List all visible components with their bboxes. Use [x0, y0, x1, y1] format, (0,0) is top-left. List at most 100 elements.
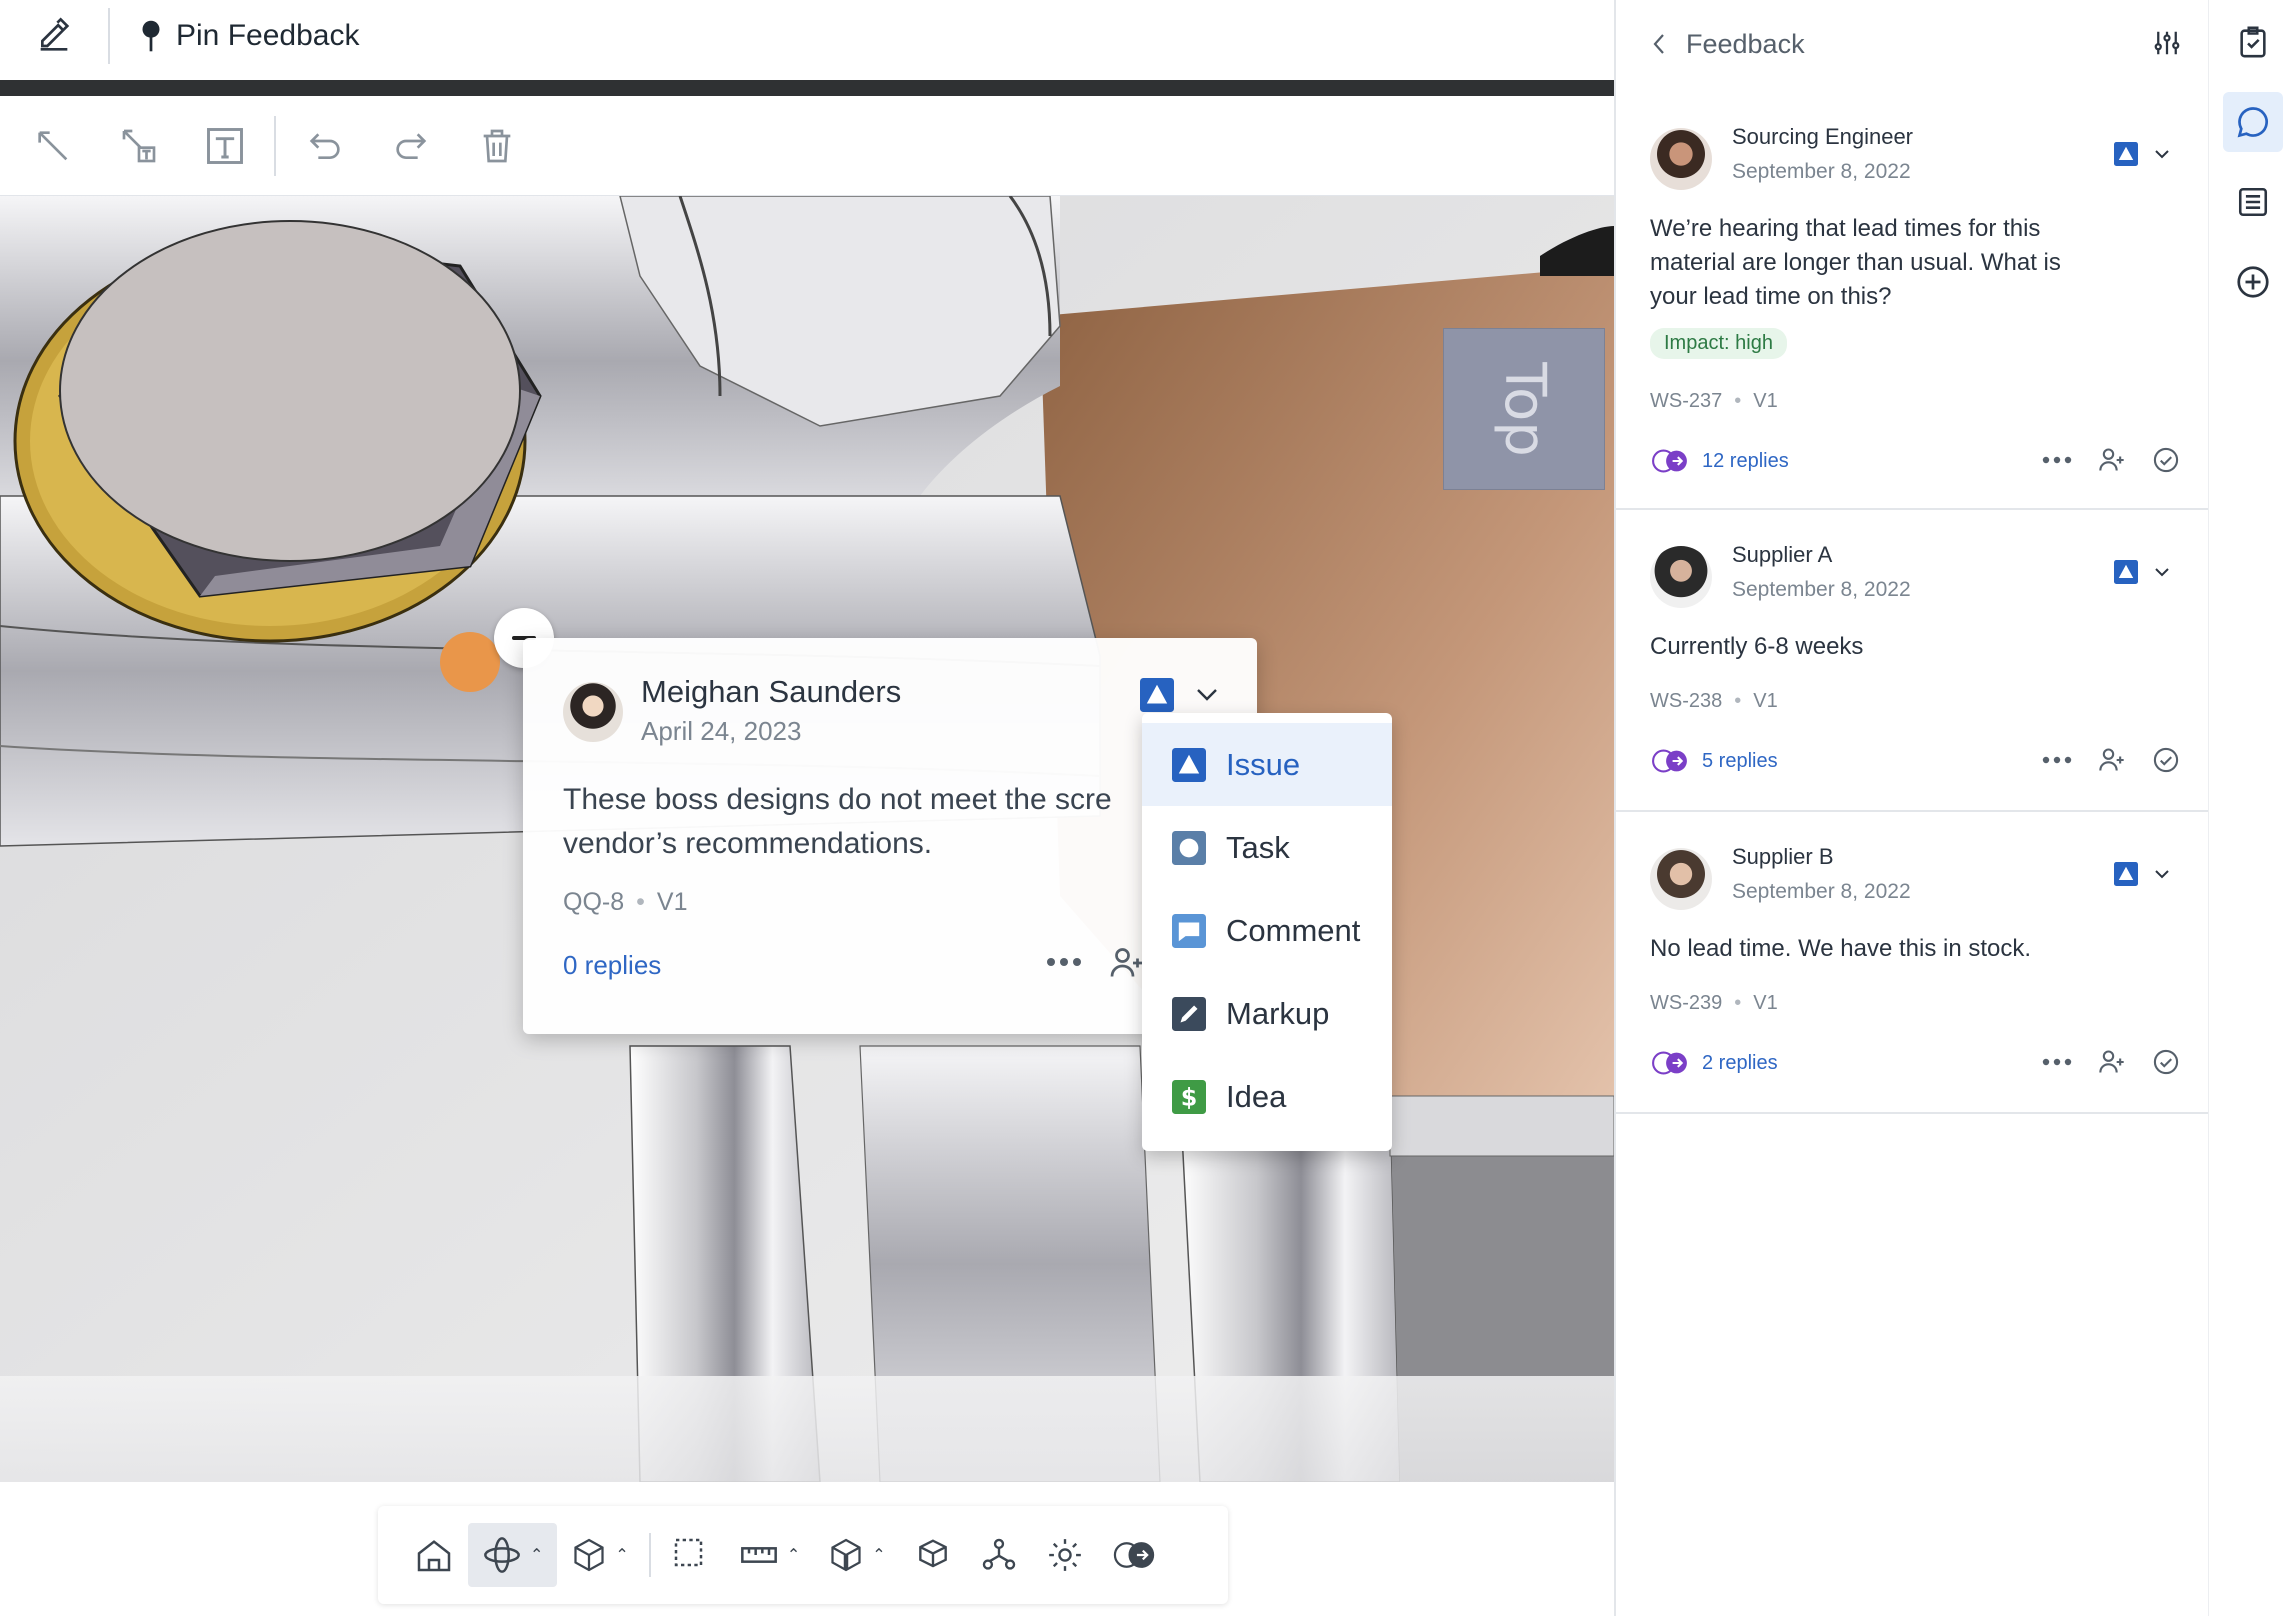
- model-tree-button[interactable]: [966, 1523, 1032, 1587]
- menu-item-issue[interactable]: Issue: [1142, 723, 1392, 806]
- delete-button[interactable]: [454, 106, 540, 186]
- explode-view-button[interactable]: [900, 1523, 966, 1587]
- top-bar: Pin Feedback: [0, 0, 1614, 72]
- chevron-down-icon: [2155, 870, 2169, 879]
- add-user-icon[interactable]: [2098, 747, 2126, 773]
- box-select-button[interactable]: [657, 1523, 725, 1587]
- plus-circle-icon: [2237, 266, 2269, 298]
- feedback-card[interactable]: Sourcing Engineer September 8, 2022 We’r…: [1616, 92, 2210, 510]
- card-actions: [2042, 446, 2180, 474]
- chevron-left-icon[interactable]: [1652, 33, 1666, 55]
- section-cube-icon: [831, 1538, 861, 1572]
- card-actions: [2042, 746, 2180, 774]
- undo-icon: [309, 132, 340, 159]
- page-title-text: Pin Feedback: [176, 19, 360, 52]
- collaborate-toggle-icon: [1652, 449, 1687, 473]
- avatar: [1650, 848, 1712, 910]
- menu-item-label: Task: [1226, 829, 1290, 865]
- add-user-icon[interactable]: [2098, 447, 2126, 473]
- menu-item-task[interactable]: Task: [1142, 806, 1392, 889]
- settings-button[interactable]: [1032, 1523, 1098, 1587]
- feedback-card[interactable]: Supplier A September 8, 2022 Currently 6…: [1616, 510, 2210, 812]
- app-window: Pin Feedback Top Meighan Saunders April …: [0, 0, 2295, 1616]
- card-type-dropdown[interactable]: [2114, 862, 2170, 886]
- card-text: No lead time. We have this in stock.: [1650, 935, 2032, 962]
- filter-button[interactable]: [2152, 28, 2182, 65]
- resolve-check-icon[interactable]: [2152, 1048, 2180, 1076]
- view-cube[interactable]: Top: [1443, 328, 1605, 490]
- task-circle-icon: [1172, 830, 1206, 865]
- section-tool-button[interactable]: ⌃: [814, 1523, 899, 1587]
- card-text: We’re hearing that lead times for this m…: [1650, 215, 2061, 310]
- replies-link[interactable]: 2 replies: [1702, 1052, 1778, 1075]
- issue-triangle-icon: [1140, 678, 1174, 712]
- orbit-tool-button[interactable]: ⌃: [468, 1523, 558, 1587]
- chevron-down-icon: [2155, 568, 2169, 577]
- impact-tag: Impact: high: [1650, 328, 1787, 359]
- toolbar-separator: [648, 1533, 651, 1577]
- viewer-toolbar: ⌃ ⌃ ⌃ ⌃: [378, 1506, 1228, 1604]
- card-id: WS-239: [1650, 992, 1723, 1014]
- card-type-dropdown[interactable]: [2114, 560, 2170, 584]
- collaborate-toggle-icon: [1652, 1051, 1687, 1075]
- home-view-button[interactable]: [400, 1523, 468, 1587]
- card-author: Sourcing Engineer: [1732, 124, 1914, 149]
- feedback-type-dropdown[interactable]: [1140, 678, 1218, 712]
- right-icon-rail: [2208, 0, 2295, 1616]
- box-select-icon: [674, 1538, 703, 1567]
- feedback-card[interactable]: Supplier B September 8, 2022 No lead tim…: [1616, 812, 2210, 1114]
- replies-link[interactable]: 0 replies: [563, 950, 661, 981]
- caret-up-icon: ⌃: [872, 1547, 886, 1564]
- replies-link[interactable]: 12 replies: [1702, 450, 1789, 473]
- rail-add-button[interactable]: [2223, 252, 2283, 312]
- more-horizontal-icon[interactable]: [2042, 456, 2072, 464]
- text-tool[interactable]: [182, 106, 268, 186]
- card-actions: [2042, 1048, 2180, 1076]
- arrow-tool[interactable]: [10, 106, 96, 186]
- collaborate-button[interactable]: [1098, 1523, 1170, 1587]
- markup-pencil-icon: [1172, 996, 1206, 1031]
- avatar: [563, 682, 623, 742]
- panel-back-label[interactable]: Feedback: [1686, 29, 1805, 60]
- redo-button[interactable]: [368, 106, 454, 186]
- feedback-type-menu: Issue Task Comment Markup $ Idea: [1142, 713, 1392, 1151]
- caret-up-icon: ⌃: [530, 1547, 544, 1564]
- resolve-check-icon[interactable]: [2152, 446, 2180, 474]
- replies-link[interactable]: 5 replies: [1702, 750, 1778, 773]
- measure-tool-button[interactable]: ⌃: [725, 1523, 814, 1587]
- header-divider: [0, 80, 1614, 96]
- card-meta: WS-237 • V1: [1650, 390, 1778, 413]
- view-cube-menu-button[interactable]: ⌃: [557, 1523, 642, 1587]
- rail-feedback-button[interactable]: [2223, 92, 2283, 152]
- card-type-dropdown[interactable]: [2114, 142, 2170, 166]
- card-author: Supplier B: [1732, 844, 1834, 869]
- cube-icon: [574, 1538, 605, 1572]
- arrow-icon: [38, 130, 68, 160]
- dot-separator: •: [636, 888, 645, 916]
- issue-triangle-icon: [1172, 747, 1206, 782]
- undo-button[interactable]: [282, 106, 368, 186]
- edit-pencil-icon: [40, 17, 70, 51]
- feedback-pin-marker[interactable]: [440, 632, 500, 692]
- menu-item-label: Markup: [1226, 995, 1330, 1031]
- clipboard-check-icon: [2240, 26, 2266, 58]
- tree-nodes-icon: [982, 1538, 1015, 1570]
- menu-item-idea[interactable]: $ Idea: [1142, 1055, 1392, 1138]
- svg-text:$: $: [1181, 1083, 1198, 1111]
- assign-user-button[interactable]: [1109, 946, 1145, 985]
- add-user-icon[interactable]: [2098, 1049, 2126, 1075]
- rail-tasks-button[interactable]: [2223, 12, 2283, 72]
- card-id: WS-238: [1650, 690, 1723, 712]
- more-horizontal-icon[interactable]: [2042, 1058, 2072, 1066]
- more-options-button[interactable]: [1046, 954, 1082, 972]
- comment-bubble-icon: [1172, 913, 1206, 948]
- resolve-check-icon[interactable]: [2152, 746, 2180, 774]
- collaborate-toggle-icon: [1113, 1542, 1154, 1568]
- more-horizontal-icon[interactable]: [2042, 756, 2072, 764]
- issue-triangle-icon: [2114, 560, 2138, 584]
- edit-button[interactable]: [0, 8, 110, 64]
- rail-list-button[interactable]: [2223, 172, 2283, 232]
- menu-item-comment[interactable]: Comment: [1142, 889, 1392, 972]
- leader-text-tool[interactable]: [96, 106, 182, 186]
- menu-item-markup[interactable]: Markup: [1142, 972, 1392, 1055]
